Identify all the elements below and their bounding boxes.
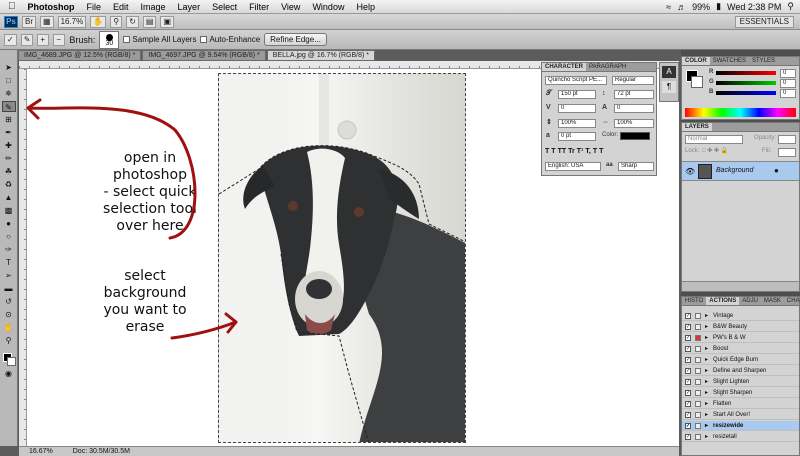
arrow-to-quick-selection [26, 106, 197, 240]
annotation-arrows [26, 98, 238, 340]
arrow-to-background [170, 320, 238, 340]
